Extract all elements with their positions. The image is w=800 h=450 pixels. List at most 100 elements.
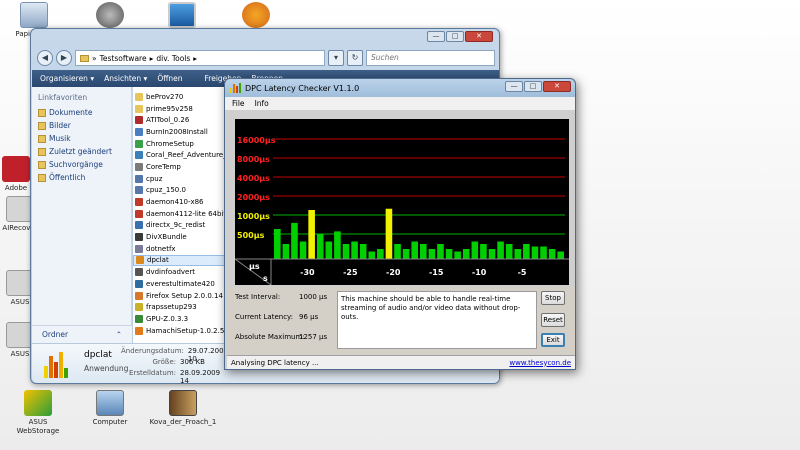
file-item[interactable]: BurnIn2008Install: [133, 126, 227, 138]
views-button[interactable]: Ansichten ▾: [104, 74, 147, 83]
file-item[interactable]: cpuz: [133, 173, 227, 185]
file-icon: [135, 104, 143, 113]
favorite-label: Bilder: [49, 121, 71, 130]
details-label: Erstelldatum:: [129, 369, 176, 377]
window-controls: — □ ✕: [505, 81, 571, 92]
file-item[interactable]: ChromeSetup: [133, 138, 227, 150]
favorite-label: Zuletzt geändert: [49, 147, 112, 156]
y-tick-label: 2000µs: [237, 193, 270, 202]
organize-button[interactable]: Organisieren ▾: [40, 74, 94, 83]
latency-bar: [291, 222, 298, 259]
file-icon: [135, 303, 143, 312]
result-message: This machine should be able to handle re…: [337, 291, 537, 349]
desktop-icon-asus-webstorage[interactable]: ASUS WebStorage: [8, 390, 68, 436]
file-icon: [135, 162, 143, 171]
current-latency-value: 96 µs: [299, 313, 319, 321]
file-icon: [135, 233, 143, 242]
file-icon: [135, 92, 143, 101]
desktop-icon-monitor[interactable]: [152, 2, 212, 30]
close-button[interactable]: ✕: [543, 81, 571, 92]
y-tick-label: 16000µs: [237, 136, 276, 145]
details-type: Anwendung: [84, 364, 129, 373]
menu-file[interactable]: File: [232, 99, 245, 108]
refresh-button[interactable]: ↻: [347, 50, 363, 66]
file-item[interactable]: dpclat: [133, 254, 227, 267]
address-bar[interactable]: » Testsoftware ▸ div. Tools ▸: [75, 50, 325, 66]
file-item[interactable]: GPU-Z.0.3.3: [133, 313, 227, 325]
breadcrumb-item[interactable]: div. Tools: [156, 54, 190, 63]
favorite-item[interactable]: Bilder: [38, 119, 125, 132]
file-item[interactable]: daemon4112-lite 64bit: [133, 208, 227, 220]
window-title: DPC Latency Checker V1.1.0: [245, 83, 360, 93]
latency-bar: [274, 229, 281, 259]
close-button[interactable]: ✕: [465, 31, 493, 42]
recent-icon: [38, 147, 46, 156]
desktop-icon-computer[interactable]: Computer: [80, 390, 140, 427]
file-icon: [135, 151, 143, 160]
favorite-label: Suchvorgänge: [49, 160, 103, 169]
y-tick-label: 1000µs: [237, 212, 270, 221]
dpclat-icon: [44, 348, 72, 378]
open-button[interactable]: Öffnen: [157, 74, 182, 83]
maximize-button[interactable]: □: [524, 81, 542, 92]
exit-button[interactable]: Exit: [541, 333, 565, 347]
title-bar[interactable]: DPC Latency Checker V1.1.0 — □ ✕: [225, 79, 575, 97]
reset-button[interactable]: Reset: [541, 313, 565, 327]
forward-button[interactable]: ▶: [56, 50, 72, 66]
latency-bar: [437, 244, 444, 259]
computer-icon: [96, 390, 124, 416]
test-interval-label: Test Interval:: [235, 293, 281, 301]
file-item[interactable]: directx_9c_redist: [133, 220, 227, 232]
file-name: dpclat: [147, 256, 169, 265]
website-link[interactable]: www.thesycon.de: [509, 359, 571, 367]
latency-bar: [488, 249, 496, 259]
file-name: Firefox Setup 2.0.0.14: [146, 291, 223, 300]
file-item[interactable]: CoreTemp: [133, 161, 227, 173]
file-item[interactable]: Firefox Setup 2.0.0.14: [133, 290, 227, 302]
back-button[interactable]: ◀: [37, 50, 53, 66]
file-item[interactable]: daemon410-x86: [133, 196, 227, 208]
dropdown-button[interactable]: ▾: [328, 50, 344, 66]
maximize-button[interactable]: □: [446, 31, 464, 42]
file-icon: [135, 314, 143, 323]
breadcrumb-item[interactable]: Testsoftware: [100, 54, 147, 63]
favorite-item[interactable]: Musik: [38, 132, 125, 145]
latency-bar: [471, 241, 479, 259]
documents-icon: [38, 108, 46, 117]
minimize-button[interactable]: —: [505, 81, 523, 92]
details-name: dpclat: [84, 350, 112, 360]
latency-bar: [342, 244, 350, 259]
file-item[interactable]: prime95v258: [133, 103, 227, 115]
file-item[interactable]: everestultimate420: [133, 278, 227, 290]
favorite-item[interactable]: Zuletzt geändert: [38, 145, 125, 158]
file-item[interactable]: dotnetfx: [133, 243, 227, 255]
file-item[interactable]: ATITool_0.26: [133, 114, 227, 126]
desktop-icon-app[interactable]: [226, 2, 286, 30]
file-icon: [135, 186, 143, 195]
x-tick-label: -5: [518, 268, 527, 277]
desktop-icon-video[interactable]: Kova_der_Froach_1: [148, 390, 218, 427]
x-tick-label: -15: [429, 268, 444, 277]
favorite-item[interactable]: Öffentlich: [38, 171, 125, 184]
folders-toggle[interactable]: Ordner ⌃: [32, 325, 132, 343]
file-item[interactable]: DivXBundle: [133, 231, 227, 243]
file-item[interactable]: Coral_Reef_Adventure_...: [133, 149, 227, 161]
latency-bar: [411, 241, 418, 259]
favorite-item[interactable]: Suchvorgänge: [38, 158, 125, 171]
search-input[interactable]: Suchen: [366, 50, 495, 66]
menu-info[interactable]: Info: [255, 99, 269, 108]
desktop-icon-network[interactable]: [80, 2, 140, 30]
y-tick-label: 500µs: [237, 231, 265, 240]
file-icon: [135, 198, 143, 207]
stop-button[interactable]: Stop: [541, 291, 565, 305]
file-icon: [135, 291, 143, 300]
file-item[interactable]: dvdinfoadvert: [133, 266, 227, 278]
favorite-item[interactable]: Dokumente: [38, 106, 125, 119]
breadcrumb-separator: ▸: [149, 53, 154, 63]
file-item[interactable]: frapssetup293: [133, 301, 227, 313]
video-icon: [169, 390, 197, 416]
minimize-button[interactable]: —: [427, 31, 445, 42]
file-item[interactable]: cpuz_150.0: [133, 185, 227, 197]
file-item[interactable]: HamachiSetup-1.0.2.5-...: [133, 325, 227, 337]
file-item[interactable]: beProv270: [133, 91, 227, 103]
